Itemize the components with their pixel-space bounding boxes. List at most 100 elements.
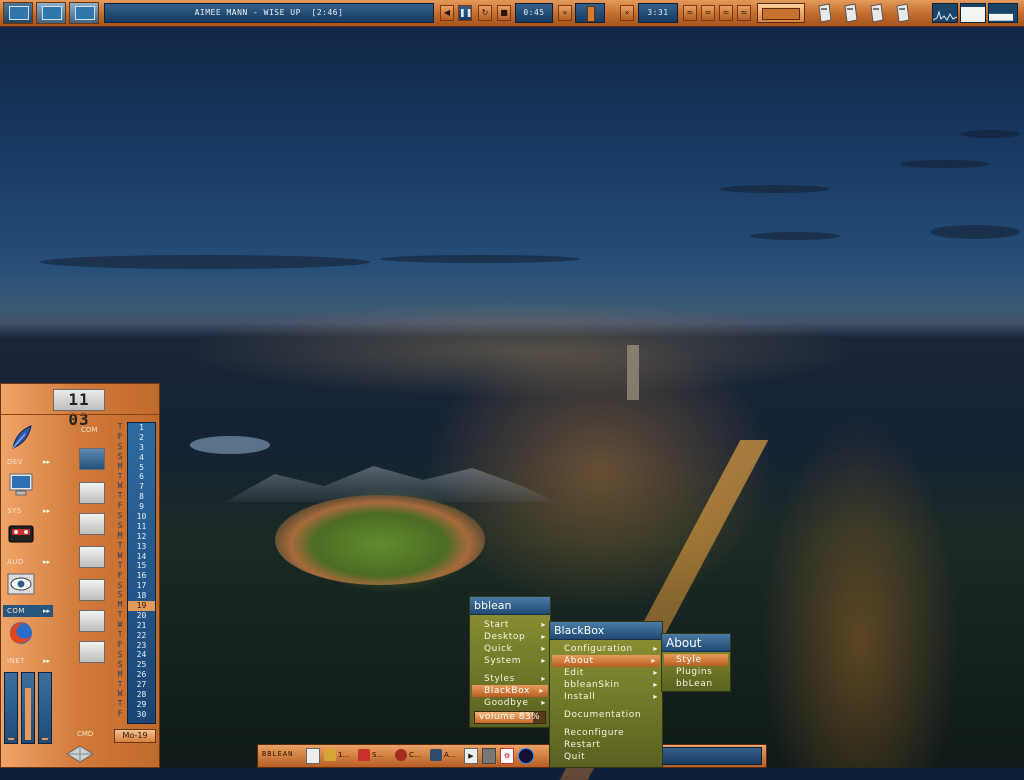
menu-item-styles[interactable]: Styles [470, 673, 550, 685]
open-button[interactable]: ≈ [737, 5, 751, 21]
repeat-button[interactable]: ↻ [478, 5, 492, 21]
calendar-day[interactable]: 28 [128, 690, 155, 700]
cpu-graph[interactable] [932, 3, 958, 23]
workspace-2-button[interactable] [36, 2, 66, 24]
menu-item-documentation[interactable]: Documentation [550, 709, 662, 721]
calendar-day[interactable]: 4 [128, 453, 155, 463]
folder-icon[interactable] [79, 482, 105, 504]
menu-item-start[interactable]: Start [470, 619, 550, 631]
calendar-day[interactable]: 6 [128, 472, 155, 482]
drive-icon[interactable] [892, 2, 914, 24]
task-item[interactable]: S... [358, 748, 390, 764]
eq-button[interactable]: ≈ [701, 5, 715, 21]
calendar-day[interactable]: 10 [128, 512, 155, 522]
taskbar-brand[interactable]: BBLEAN [262, 750, 293, 758]
menu-item-plugins[interactable]: Plugins [662, 666, 730, 678]
calendar-day[interactable]: 9 [128, 502, 155, 512]
playlist-button[interactable]: ≈ [719, 5, 733, 21]
expand-arrow-icon[interactable]: ▸▸ [43, 558, 50, 566]
menu-item-style[interactable]: Style [664, 654, 728, 666]
task-item[interactable]: C... [395, 748, 427, 764]
diamond-icon[interactable] [65, 744, 95, 764]
menu-item-bblean[interactable]: bbLean [662, 678, 730, 690]
menu-item-restart[interactable]: Restart [550, 739, 662, 751]
menu-item-system[interactable]: System [470, 655, 550, 667]
calendar-day[interactable]: 11 [128, 522, 155, 532]
menu-item-quick[interactable]: Quick [470, 643, 550, 655]
link-icon[interactable] [79, 513, 105, 535]
calendar-day[interactable]: 2 [128, 433, 155, 443]
network-graph[interactable] [988, 3, 1018, 23]
calendar-day[interactable]: 22 [128, 631, 155, 641]
calendar-day[interactable]: 26 [128, 670, 155, 680]
calendar-day[interactable]: 8 [128, 492, 155, 502]
calendar-day[interactable]: 3 [128, 443, 155, 453]
menu-item-goodbye[interactable]: Goodbye [470, 697, 550, 709]
menu-item-install[interactable]: Install [550, 691, 662, 703]
play-icon[interactable]: ▶ [464, 748, 478, 764]
rewind-button[interactable]: « [558, 5, 572, 21]
volume-box[interactable] [757, 3, 805, 23]
task-icon-button[interactable] [306, 748, 320, 764]
task-item[interactable]: A... [430, 748, 462, 764]
clock[interactable]: 11 03 [53, 389, 105, 429]
calendar-day[interactable]: 29 [128, 700, 155, 710]
expand-arrow-icon[interactable]: ▸▸ [43, 507, 50, 515]
menu-item-edit[interactable]: Edit [550, 667, 662, 679]
memory-graph[interactable] [960, 3, 986, 23]
menu-item-desktop[interactable]: Desktop [470, 631, 550, 643]
menu-item-reconfigure[interactable]: Reconfigure [550, 727, 662, 739]
expand-arrow-icon[interactable]: ▸▸ [43, 458, 50, 466]
calendar-day[interactable]: 27 [128, 680, 155, 690]
calendar-day[interactable]: 14 [128, 552, 155, 562]
calendar-day[interactable]: 23 [128, 641, 155, 651]
calendar-day[interactable]: 18 [128, 591, 155, 601]
calendar-day[interactable]: 5 [128, 463, 155, 473]
calendar-day[interactable]: 25 [128, 660, 155, 670]
expand-arrow-icon[interactable]: ▸▸ [43, 607, 50, 615]
date-display[interactable]: Mo-19 [114, 729, 156, 743]
menu-item-quit[interactable]: Quit [550, 751, 662, 763]
menu-item-blackbox[interactable]: BlackBox [472, 685, 548, 697]
calendar-day[interactable]: 17 [128, 581, 155, 591]
pause-button[interactable]: ❚❚ [458, 5, 472, 21]
drive-icon[interactable] [866, 2, 888, 24]
prev-button[interactable]: ◀ [440, 5, 454, 21]
folder-icon[interactable] [79, 641, 105, 663]
calendar-day[interactable]: 12 [128, 532, 155, 542]
expand-arrow-icon[interactable]: ▸▸ [43, 657, 50, 665]
folder-icon[interactable] [79, 610, 105, 632]
calendar-day[interactable]: 30 [128, 710, 155, 720]
now-playing-title[interactable]: AIMEE MANN - WISE UP [2:46] [104, 3, 434, 23]
calendar-day[interactable]: 16 [128, 571, 155, 581]
calendar-day[interactable]: 24 [128, 650, 155, 660]
forward-button[interactable]: » [620, 5, 634, 21]
calendar-day[interactable]: 19 [128, 601, 155, 611]
calendar-day[interactable]: 1 [128, 423, 155, 433]
menu-item-about[interactable]: About [552, 655, 660, 667]
taskbar-tray[interactable] [660, 747, 762, 765]
workspace-1-button[interactable] [3, 2, 33, 24]
seek-slider[interactable] [575, 3, 605, 23]
seek-knob[interactable] [587, 6, 595, 22]
workspace-3-button[interactable] [69, 2, 99, 24]
media-icon[interactable] [518, 748, 534, 764]
acrobat-icon[interactable]: ✿ [500, 748, 514, 764]
menu-item-configuration[interactable]: Configuration [550, 643, 662, 655]
calendar-day[interactable]: 21 [128, 621, 155, 631]
volume-slider[interactable]: volume 83% [474, 711, 546, 724]
drive-icon[interactable] [840, 2, 862, 24]
globe-icon[interactable] [79, 579, 105, 601]
app-icon[interactable] [482, 748, 496, 764]
stop-button[interactable]: ■ [497, 5, 511, 21]
drive-icon[interactable] [814, 2, 836, 24]
calendar-day[interactable]: 15 [128, 561, 155, 571]
task-item[interactable]: 1... [324, 748, 354, 764]
calendar-day[interactable]: 20 [128, 611, 155, 621]
menu-item-bbleanskin[interactable]: bbleanSkin [550, 679, 662, 691]
calendar-day[interactable]: 7 [128, 482, 155, 492]
note-icon[interactable] [79, 448, 105, 470]
shuffle-button[interactable]: ≈ [683, 5, 697, 21]
mail-icon[interactable] [79, 546, 105, 568]
calendar-day[interactable]: 13 [128, 542, 155, 552]
